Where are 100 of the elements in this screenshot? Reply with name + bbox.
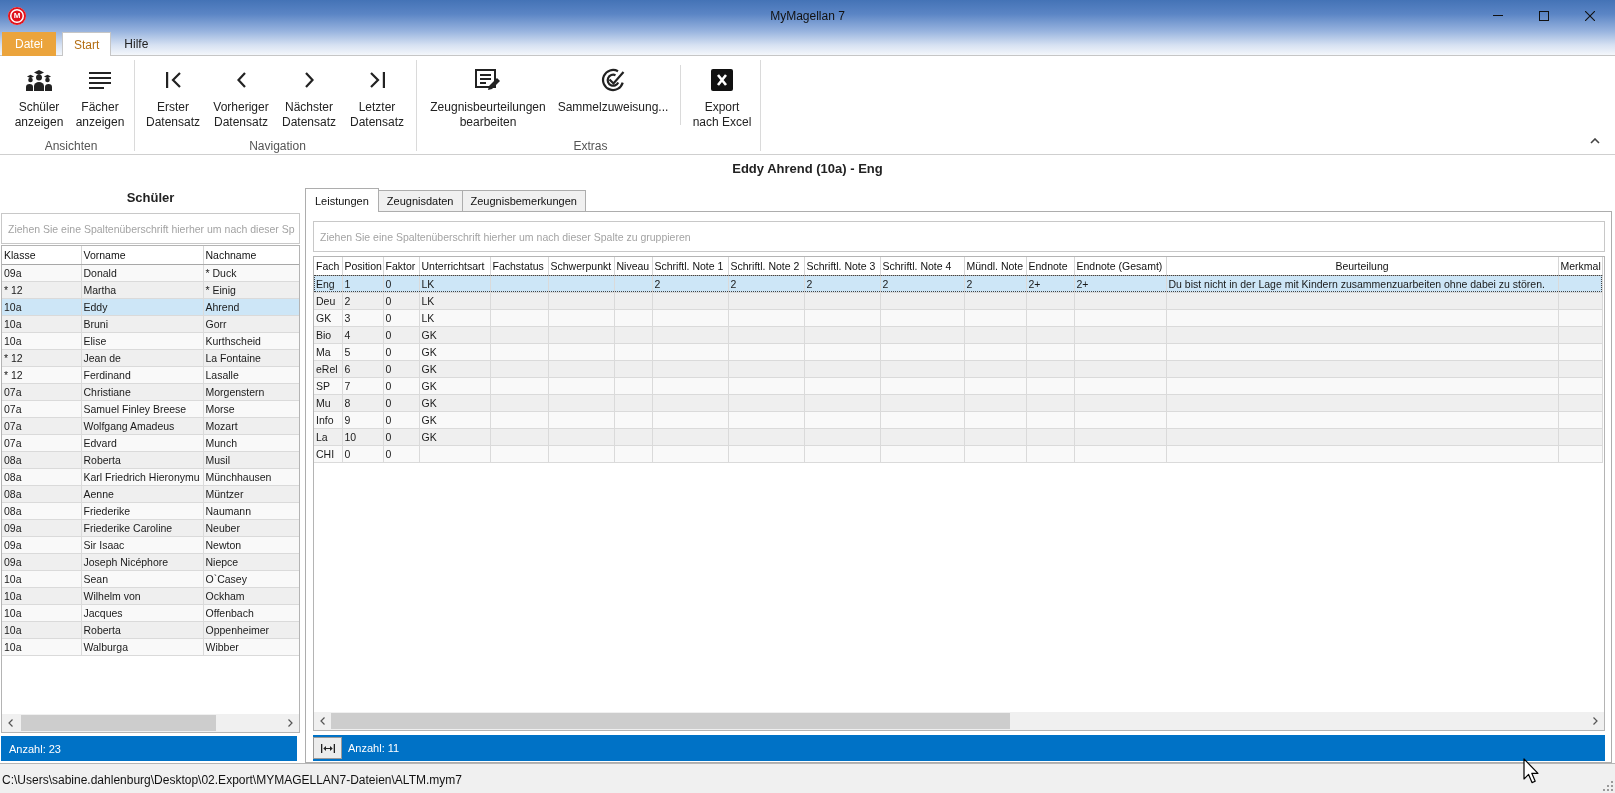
table-cell: Martha [81, 281, 203, 298]
table-cell: Edvard [81, 434, 203, 451]
table-cell: 8 [342, 394, 383, 411]
table-cell: Jacques [81, 604, 203, 621]
tab[interactable]: Zeugnisbemerkungen [462, 190, 586, 211]
table-cell: Mu [314, 394, 342, 411]
table-cell: La Fontaine [203, 349, 299, 366]
last-record-button[interactable]: Letzter Datensatz [343, 60, 411, 130]
table-cell: Bruni [81, 315, 203, 332]
table-cell: 10a [2, 570, 81, 587]
column-header[interactable]: Fachstatus [490, 257, 548, 275]
size-grip-icon[interactable] [1602, 780, 1613, 791]
table-cell: 0 [342, 445, 383, 462]
table-cell: 09a [2, 536, 81, 553]
table-cell: 10a [2, 298, 81, 315]
table-cell: 2 [804, 275, 880, 292]
horizontal-scrollbar[interactable] [2, 714, 299, 732]
column-header[interactable]: Endnote (Gesamt) [1074, 257, 1166, 275]
scroll-left-icon[interactable] [8, 719, 13, 727]
table-cell: 10a [2, 332, 81, 349]
table-cell: Roberta [81, 451, 203, 468]
column-header[interactable]: Niveau [614, 257, 652, 275]
table-cell: Mozart [203, 417, 299, 434]
collapse-ribbon-button[interactable] [1589, 137, 1601, 145]
column-header[interactable]: Schriftl. Note 4 [880, 257, 964, 275]
table-cell: * Einig [203, 281, 299, 298]
table-cell: 09a [2, 264, 81, 281]
column-header[interactable]: Merkmal [1558, 257, 1602, 275]
graduates-icon [26, 69, 52, 91]
caret-up-icon [1590, 138, 1600, 144]
column-header[interactable]: Schriftl. Note 1 [652, 257, 728, 275]
previous-record-button[interactable]: Vorheriger Datensatz [207, 60, 275, 130]
column-header[interactable]: Beurteilung [1166, 257, 1558, 275]
show-students-button[interactable]: Schüler anzeigen [8, 60, 70, 130]
ribbon-tab[interactable]: Hilfe [115, 33, 158, 55]
scroll-left-icon[interactable] [320, 717, 325, 725]
table-cell: 10 [342, 428, 383, 445]
table-cell: 08a [2, 502, 81, 519]
table-cell: 0 [383, 428, 419, 445]
table-cell: Naumann [203, 502, 299, 519]
chevron-bar-right-icon [369, 72, 385, 88]
document-pencil-icon [475, 69, 501, 91]
first-record-button[interactable]: Erster Datensatz [139, 60, 207, 130]
table-cell: CHI [314, 445, 342, 462]
table-cell: Du bist nicht in der Lage mit Kindern zusammenzuarbeiten ohne dabei zu stören. [1166, 275, 1558, 292]
fit-columns-button[interactable] [313, 737, 342, 759]
column-header[interactable]: Schriftl. Note 2 [728, 257, 804, 275]
table-cell: 09a [2, 553, 81, 570]
scroll-thumb[interactable] [331, 713, 1010, 729]
table-cell: 0 [383, 326, 419, 343]
tab[interactable]: Leistungen [305, 188, 379, 212]
column-header[interactable]: Endnote [1026, 257, 1074, 275]
edit-assessments-button[interactable]: Zeugnisbeurteilungen bearbeiten [421, 60, 555, 130]
column-header[interactable]: Fach [314, 257, 342, 275]
group-label: Ansichten [44, 139, 98, 153]
table-cell: GK [419, 411, 490, 428]
table-cell: GK [314, 309, 342, 326]
lines-icon [89, 71, 111, 89]
column-header[interactable]: Position [342, 257, 383, 275]
column-header[interactable]: Vorname [81, 246, 203, 264]
scroll-right-icon[interactable] [288, 719, 293, 727]
column-header[interactable]: Klasse [2, 246, 81, 264]
column-header[interactable]: Schriftl. Note 3 [804, 257, 880, 275]
column-header[interactable]: Schwerpunkt [548, 257, 614, 275]
show-subjects-button[interactable]: Fächer anzeigen [70, 60, 130, 130]
table-cell: 2 [728, 275, 804, 292]
table-cell: 07a [2, 400, 81, 417]
ribbon-tab[interactable]: Start [62, 32, 112, 56]
table-cell: eRel [314, 360, 342, 377]
table-cell: 9 [342, 411, 383, 428]
table-cell: * Duck [203, 264, 299, 281]
table-cell: Musil [203, 451, 299, 468]
table-cell: Walburga [81, 638, 203, 655]
bar-chevron-left-icon [165, 72, 181, 88]
table-cell: Bio [314, 326, 342, 343]
export-excel-button[interactable]: Export nach Excel [685, 60, 759, 130]
table-cell: O`Casey [203, 570, 299, 587]
tab[interactable]: Zeugnisdaten [378, 190, 463, 211]
column-header[interactable]: Mündl. Note [964, 257, 1026, 275]
column-header[interactable]: Unterrichtsart [419, 257, 490, 275]
table-cell: 0 [383, 292, 419, 309]
table-cell: Roberta [81, 621, 203, 638]
table-cell: 0 [383, 309, 419, 326]
chevron-right-icon [304, 72, 314, 88]
bulk-assign-button[interactable]: Sammelzuweisung... [555, 60, 671, 115]
table-cell: 0 [383, 343, 419, 360]
table-cell: Elise [81, 332, 203, 349]
table-cell: Lasalle [203, 366, 299, 383]
column-header[interactable]: Faktor [383, 257, 419, 275]
table-cell: 4 [342, 326, 383, 343]
record-count: Anzahl: 23 [9, 742, 61, 755]
next-record-button[interactable]: Nächster Datensatz [275, 60, 343, 130]
table-cell: 2+ [1074, 275, 1166, 292]
column-header[interactable]: Nachname [203, 246, 299, 264]
horizontal-scrollbar[interactable] [314, 712, 1604, 730]
scroll-thumb[interactable] [21, 715, 216, 731]
table-cell: La [314, 428, 342, 445]
scroll-right-icon[interactable] [1593, 717, 1598, 725]
table-cell: * 12 [2, 281, 81, 298]
table-cell: Sean [81, 570, 203, 587]
